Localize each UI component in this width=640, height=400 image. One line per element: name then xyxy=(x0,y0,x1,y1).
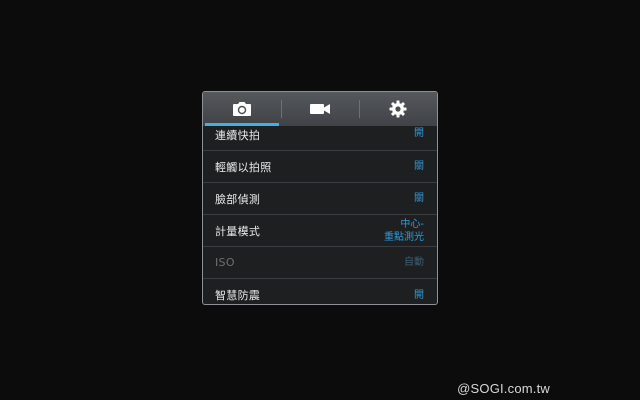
setting-metering-mode[interactable]: 計量模式 中心- 重點測光 xyxy=(203,215,437,247)
setting-tap-to-shoot[interactable]: 輕觸以拍照 關 xyxy=(203,151,437,183)
watermark-text: @SOGI.com.tw xyxy=(457,381,550,396)
setting-label: ISO xyxy=(215,256,235,269)
setting-value-line: 重點測光 xyxy=(384,231,424,243)
setting-value: 開 xyxy=(414,128,424,139)
setting-value: 關 xyxy=(414,193,424,204)
setting-iso: ISO 自動 xyxy=(203,247,437,279)
setting-label: 計量模式 xyxy=(215,224,261,238)
setting-label: 臉部偵測 xyxy=(215,192,261,206)
setting-face-detection[interactable]: 臉部偵測 關 xyxy=(203,183,437,215)
setting-value: 關 xyxy=(414,161,424,172)
setting-label: 智慧防震 xyxy=(215,289,261,302)
setting-label: 連續快拍 xyxy=(215,129,261,142)
setting-label: 輕觸以拍照 xyxy=(215,160,272,174)
tab-camera-settings[interactable] xyxy=(203,92,281,126)
camera-settings-panel: 連續快拍 開 輕觸以拍照 關 臉部偵測 關 計量模式 中心- 重點測光 ISO … xyxy=(202,91,438,305)
video-camera-icon xyxy=(309,102,331,116)
settings-tab-bar xyxy=(203,92,437,126)
setting-value: 開 xyxy=(414,289,424,301)
settings-list: 連續快拍 開 輕觸以拍照 關 臉部偵測 關 計量模式 中心- 重點測光 ISO … xyxy=(203,126,437,304)
setting-value: 中心- 重點測光 xyxy=(384,218,424,244)
gear-icon xyxy=(389,100,407,118)
camera-icon xyxy=(232,101,252,117)
setting-smart-stabilization[interactable]: 智慧防震 開 xyxy=(203,279,437,304)
camera-screen: 連續快拍 開 輕觸以拍照 關 臉部偵測 關 計量模式 中心- 重點測光 ISO … xyxy=(0,0,640,400)
setting-value-line: 中心- xyxy=(400,218,424,230)
setting-burst-shot[interactable]: 連續快拍 開 xyxy=(203,126,437,151)
tab-video-settings[interactable] xyxy=(281,92,359,126)
tab-general-settings[interactable] xyxy=(359,92,437,126)
setting-value: 自動 xyxy=(404,257,424,268)
